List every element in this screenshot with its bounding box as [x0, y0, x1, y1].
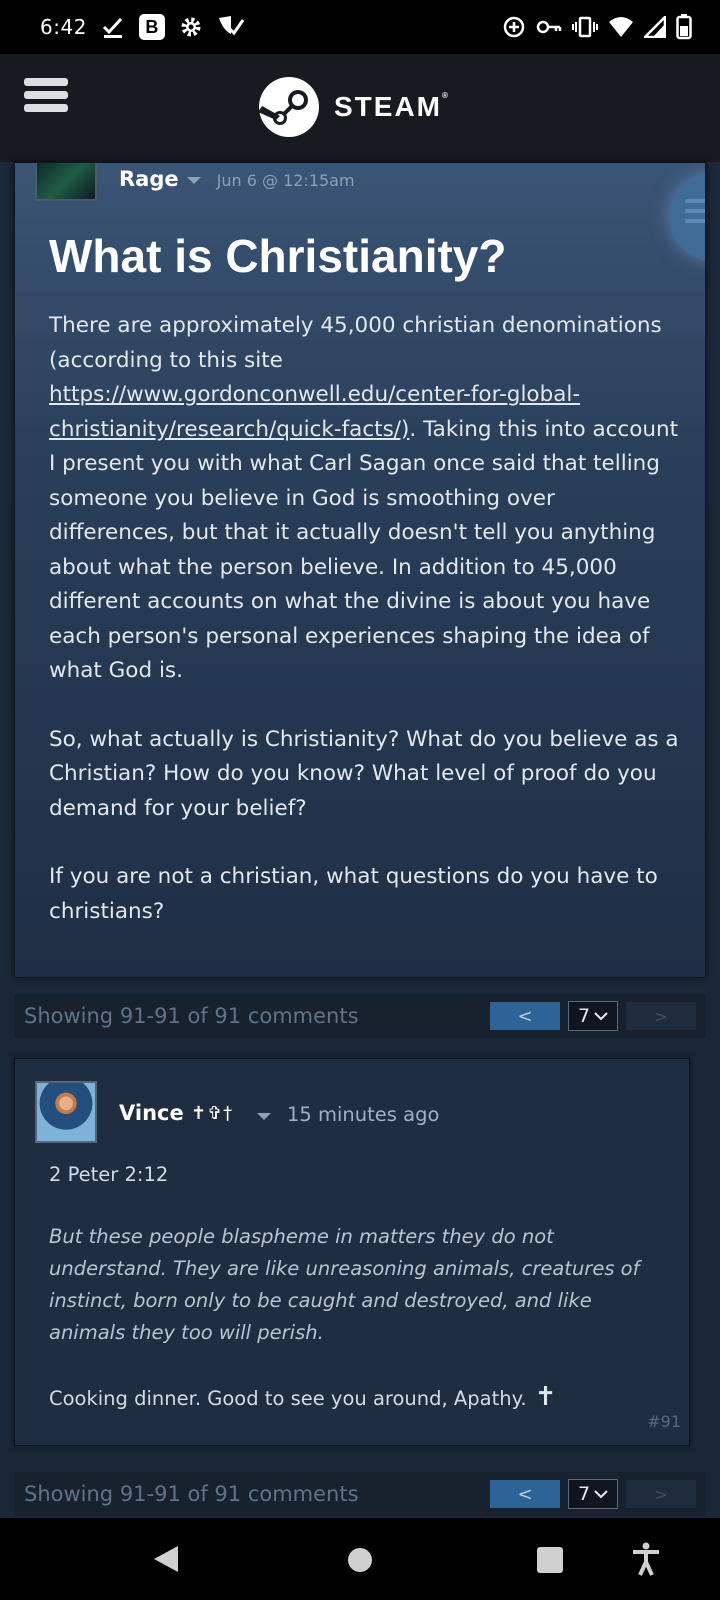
post-paragraph-3: If you are not a christian, what questio… — [49, 864, 658, 924]
chevron-down-icon — [594, 1490, 608, 1499]
avatar[interactable] — [35, 1081, 97, 1143]
status-bar-left: 6:42 B — [40, 14, 245, 40]
vibrate-icon — [572, 16, 598, 38]
steam-logo-icon — [258, 77, 319, 137]
data-saver-icon — [502, 15, 526, 39]
check-download-icon — [101, 15, 125, 39]
navigation-bar — [0, 1518, 720, 1600]
post-paragraph-1: There are approximately 45,000 christian… — [49, 313, 679, 683]
status-bar: 6:42 B — [0, 0, 720, 54]
scroll-handle[interactable] — [669, 173, 705, 261]
post-paragraph-2: So, what actually is Christianity? What … — [49, 726, 679, 821]
scripture-quote: But these people blaspheme in matters th… — [49, 1225, 640, 1344]
back-icon[interactable] — [152, 1544, 180, 1578]
post-body: There are approximately 45,000 christian… — [49, 309, 679, 963]
shield-check-icon — [217, 14, 245, 40]
next-page-button[interactable]: > — [626, 1480, 696, 1508]
cross-emoji: ✝ — [534, 1382, 557, 1412]
prev-page-button[interactable]: < — [490, 1002, 560, 1030]
comment-pagination-top: Showing 91-91 of 91 comments < 7 > — [14, 994, 706, 1038]
page-select[interactable]: 7 — [568, 1479, 618, 1509]
post-header: Rage Jun 6 @ 12:15am — [35, 163, 355, 201]
scripture-reference: 2 Peter 2:12 — [49, 1163, 169, 1186]
battery-icon — [676, 14, 692, 40]
comment-body: 2 Peter 2:12 But these people blaspheme … — [49, 1159, 659, 1415]
wifi-icon — [608, 16, 634, 38]
steam-header: STEAM® — [0, 54, 720, 162]
chevron-down-icon — [594, 1012, 608, 1021]
gear-icon — [179, 15, 203, 39]
vpn-key-icon — [536, 17, 562, 37]
comment-message: Cooking dinner. Good to see you around, … — [49, 1382, 557, 1412]
comment-number[interactable]: #91 — [647, 1412, 681, 1431]
post-author[interactable]: Rage — [119, 167, 179, 191]
comment-pagination-bottom: Showing 91-91 of 91 comments < 7 > — [14, 1472, 706, 1516]
next-page-button[interactable]: > — [626, 1002, 696, 1030]
status-bar-right — [502, 14, 692, 40]
home-icon[interactable] — [346, 1546, 374, 1578]
chevron-down-icon[interactable] — [186, 176, 201, 184]
avatar[interactable] — [35, 163, 97, 201]
recents-icon[interactable] — [536, 1546, 564, 1578]
discussion-post: Rage Jun 6 @ 12:15am What is Christianit… — [14, 162, 706, 978]
post-title: What is Christianity? — [49, 230, 507, 282]
menu-icon[interactable] — [24, 78, 68, 118]
comment-count: Showing 91-91 of 91 comments — [24, 1482, 359, 1506]
author-cross-symbols: ✝✞† — [191, 1103, 234, 1124]
post-date: Jun 6 @ 12:15am — [216, 170, 355, 190]
comment-count: Showing 91-91 of 91 comments — [24, 1004, 359, 1028]
prev-page-button[interactable]: < — [490, 1480, 560, 1508]
accessibility-icon[interactable] — [630, 1542, 662, 1580]
status-time: 6:42 — [40, 15, 87, 39]
steam-wordmark: STEAM® — [334, 91, 450, 122]
comment: Vince ✝✞† 15 minutes ago 2 Peter 2:12 Bu… — [14, 1058, 690, 1446]
steam-logo[interactable]: STEAM® — [258, 76, 450, 138]
comment-author[interactable]: Vince — [119, 1101, 184, 1125]
chevron-down-icon[interactable] — [257, 1113, 271, 1120]
page-select[interactable]: 7 — [568, 1001, 618, 1031]
signal-icon — [644, 16, 666, 38]
comment-time: 15 minutes ago — [287, 1103, 440, 1126]
b-app-icon: B — [138, 14, 165, 40]
